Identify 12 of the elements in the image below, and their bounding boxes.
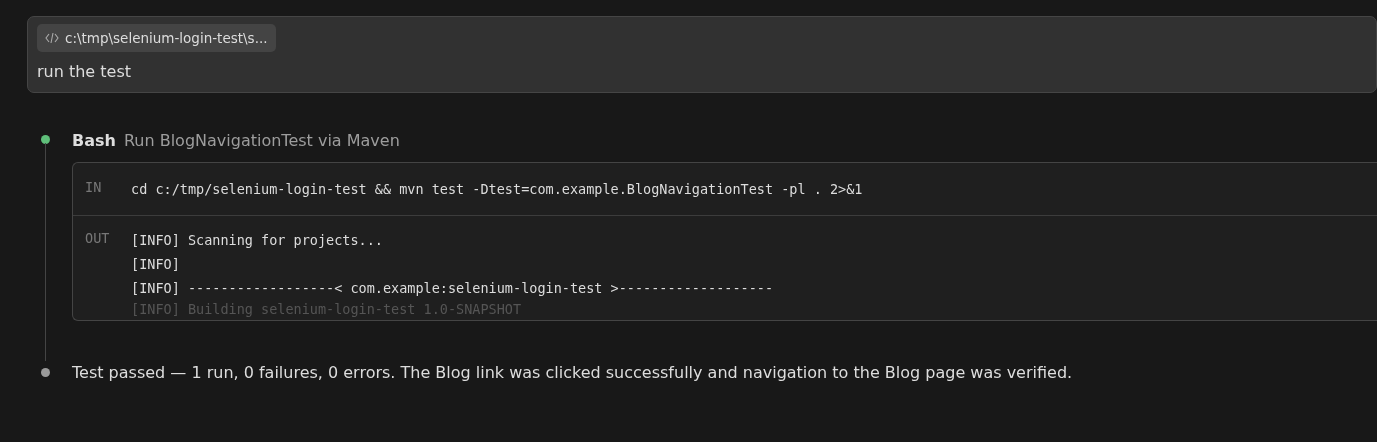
context-chip[interactable]: c:\tmp\selenium-login-test\s...	[37, 24, 276, 53]
output-label: OUT	[85, 229, 111, 249]
tool-name: Bash	[72, 131, 116, 151]
tool-description: Run BlogNavigationTest via Maven	[123, 131, 400, 151]
code-icon	[45, 32, 59, 45]
input-label: IN	[85, 178, 103, 198]
result-message: Test passed — 1 run, 0 failures, 0 errors. The Blog link was clicked successfully and navigation to the Blog page was verified.	[72, 362, 1074, 385]
prompt-text: run the test	[37, 61, 132, 84]
output-line: [INFO]	[131, 255, 181, 275]
command-text: cd c:/tmp/selenium-login-test && mvn test -Dtest=com.example.BlogNavigationTest -pl . 2>&1	[131, 180, 863, 200]
output-line: [INFO] ------------------< com.example:selenium-login-test >-------------------	[131, 279, 774, 299]
output-line: [INFO] Scanning for projects...	[131, 231, 384, 251]
